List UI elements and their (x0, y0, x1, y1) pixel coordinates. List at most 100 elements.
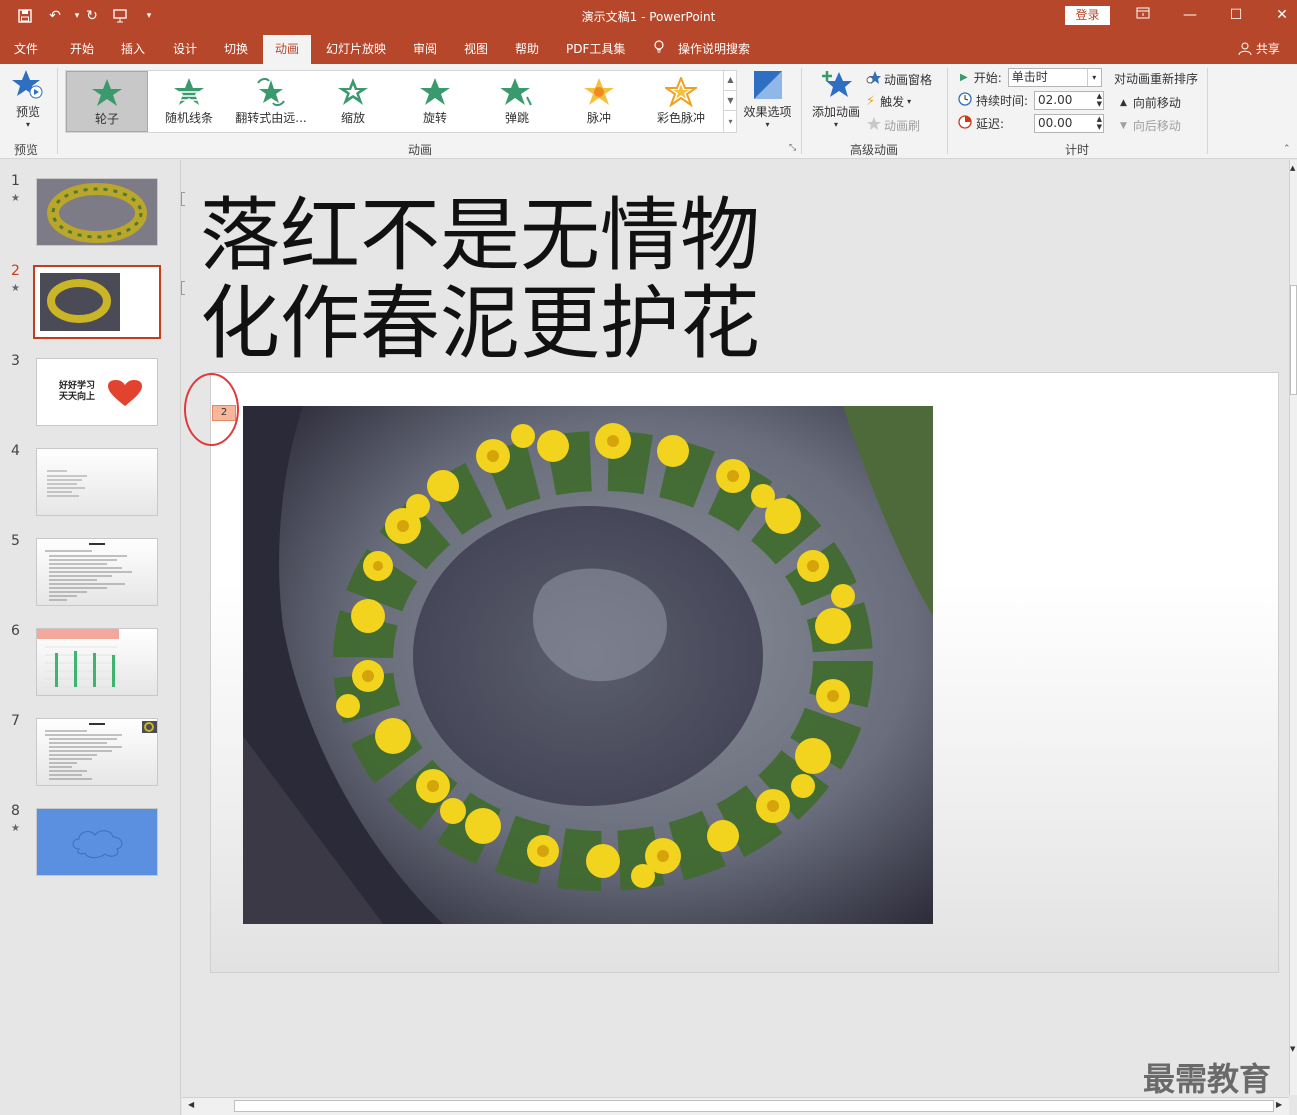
slide-thumbnail-3[interactable]: 好好学习 天天向上 (36, 358, 158, 426)
horizontal-scrollbar[interactable]: ◀ ▶ (182, 1097, 1289, 1115)
spin-icon (420, 78, 450, 105)
duration-input[interactable]: 02.00 ▲ ▼ (1034, 91, 1104, 110)
start-select[interactable]: 单击时 ▾ (1007, 68, 1102, 87)
slide-thumbnail-2[interactable] (33, 265, 161, 339)
delay-row: 延迟: 00.00 ▲ ▼ (958, 114, 1104, 133)
animation-grow-turn[interactable]: 翻转式由远... (230, 71, 312, 132)
save-icon[interactable] (14, 6, 36, 26)
tell-me-search[interactable]: 操作说明搜索 (678, 40, 750, 57)
animation-random-bars[interactable]: 随机线条 (148, 71, 230, 132)
scroll-down-icon[interactable]: ▼ (1290, 1045, 1295, 1053)
scroll-up-icon[interactable]: ▲ (1290, 164, 1295, 172)
tab-file[interactable]: 文件 (14, 40, 38, 57)
move-earlier-button[interactable]: ▲ 向前移动 (1120, 94, 1181, 111)
dialog-launcher-icon[interactable]: ⤡ (789, 143, 796, 153)
tab-design[interactable]: 设计 (173, 40, 197, 57)
lightbulb-icon (653, 40, 665, 57)
preview-dropdown-icon: ▾ (25, 120, 30, 129)
slide-thumbnail-7[interactable] (36, 718, 158, 786)
delay-value: 00.00 (1038, 116, 1073, 130)
delay-input[interactable]: 00.00 ▲ ▼ (1034, 114, 1104, 133)
trigger-button[interactable]: ⚡ 触发 ▾ (866, 93, 911, 110)
ribbon-display-icon[interactable] (1128, 4, 1158, 26)
effect-options-button[interactable]: 效果选项 ▾ (740, 70, 795, 129)
slide-thumbnail-1[interactable] (36, 178, 158, 246)
maximize-icon[interactable]: ☐ (1221, 4, 1251, 26)
undo-icon[interactable]: ↶ (44, 6, 66, 26)
share-label: 共享 (1255, 42, 1280, 56)
add-animation-icon (819, 71, 853, 103)
horizontal-scroll-thumb[interactable] (234, 1100, 1274, 1112)
flower-wreath-image[interactable] (243, 406, 933, 924)
gallery-more-icon[interactable]: ▾ (724, 110, 737, 131)
gallery-down-icon[interactable]: ▼ (724, 90, 737, 110)
preview-star-icon (12, 70, 44, 103)
play-icon: ▶ (960, 72, 968, 83)
move-later-button[interactable]: ▼ 向后移动 (1120, 117, 1181, 134)
animation-star-icon: ★ (11, 823, 20, 834)
vertical-scroll-thumb[interactable] (1290, 285, 1297, 395)
animation-spin[interactable]: 旋转 (394, 71, 476, 132)
tab-insert[interactable]: 插入 (121, 40, 145, 57)
tab-view[interactable]: 视图 (464, 40, 488, 57)
tab-help[interactable]: 帮助 (515, 40, 539, 57)
slide-thumbnail-5[interactable] (36, 538, 158, 606)
group-separator (1207, 68, 1208, 154)
tab-animations[interactable]: 动画 (263, 35, 312, 64)
group-label-timing: 计时 (1065, 143, 1090, 157)
start-label: 开始: (973, 71, 1002, 85)
animation-pane-button[interactable]: 动画窗格 (866, 70, 932, 88)
bounce-icon (501, 78, 532, 106)
duration-spinner-icon[interactable]: ▲ ▼ (1097, 92, 1102, 108)
tab-transitions[interactable]: 切换 (224, 40, 248, 57)
scroll-left-icon[interactable]: ◀ (188, 1100, 194, 1109)
animation-color-pulse[interactable]: 彩色脉冲 (640, 71, 722, 132)
arrow-down-icon: ▼ (1120, 120, 1127, 131)
slide-title[interactable]: 落红不是无情物 化作春泥更护花 (200, 192, 900, 368)
effect-options-icon (753, 71, 783, 103)
start-presentation-icon[interactable] (110, 6, 132, 26)
zoom-icon (338, 78, 368, 105)
scroll-right-icon[interactable]: ▶ (1276, 1100, 1282, 1109)
tab-home[interactable]: 开始 (70, 40, 94, 57)
group-separator (801, 68, 802, 154)
gallery-scroll[interactable]: ▲ ▼ ▾ (723, 70, 737, 133)
gallery-up-icon[interactable]: ▲ (724, 70, 737, 90)
highlight-circle (184, 373, 239, 446)
customize-toolbar-icon[interactable]: ▾ (138, 6, 160, 26)
delay-spinner-icon[interactable]: ▲ ▼ (1097, 115, 1102, 131)
grow-turn-icon (257, 77, 285, 107)
wheel-star-icon (92, 79, 122, 106)
close-icon[interactable]: ✕ (1267, 4, 1297, 26)
redo-icon[interactable]: ↻ (81, 6, 103, 26)
minimize-icon[interactable]: — (1175, 4, 1205, 26)
animation-gallery: 轮子 随机线条 翻转式由远... 缩放 旋转 弹跳 脉冲 彩色脉冲 (65, 70, 737, 133)
arrow-up-icon: ▲ (1120, 97, 1127, 108)
effect-options-label: 效果选项 (743, 105, 792, 119)
animation-wheel[interactable]: 轮子 (66, 71, 148, 132)
tab-review[interactable]: 审阅 (413, 40, 437, 57)
slide-thumbnail-8[interactable] (36, 808, 158, 876)
tab-slideshow[interactable]: 幻灯片放映 (326, 40, 386, 57)
animation-pulse[interactable]: 脉冲 (558, 71, 640, 132)
vertical-scrollbar[interactable]: ▲ ▼ (1289, 160, 1297, 1095)
animation-painter-button[interactable]: 动画刷 (866, 116, 920, 134)
animation-zoom[interactable]: 缩放 (312, 71, 394, 132)
tab-pdf-tools[interactable]: PDF工具集 (566, 40, 625, 57)
slide-number: 6 (11, 623, 20, 639)
placeholder-marker (181, 192, 185, 206)
share-button[interactable]: 共享 (1238, 40, 1280, 57)
slide-number: 1 (11, 173, 20, 189)
start-dropdown-icon[interactable]: ▾ (1086, 69, 1101, 86)
add-animation-button[interactable]: 添加动画 ▾ (808, 68, 864, 129)
preview-button[interactable]: 预览 ▾ (8, 68, 48, 129)
slide-thumbnail-4[interactable] (36, 448, 158, 516)
animation-label: 彩色脉冲 (656, 111, 705, 125)
login-button[interactable]: 登录 (1065, 6, 1110, 25)
collapse-ribbon-icon[interactable]: ⌃ (1283, 144, 1291, 154)
animation-bounce[interactable]: 弹跳 (476, 71, 558, 132)
animation-star-icon: ★ (11, 283, 20, 294)
animation-star-icon: ★ (11, 193, 20, 204)
slide-thumbnail-6[interactable] (36, 628, 158, 696)
lightning-icon: ⚡ (866, 94, 876, 109)
